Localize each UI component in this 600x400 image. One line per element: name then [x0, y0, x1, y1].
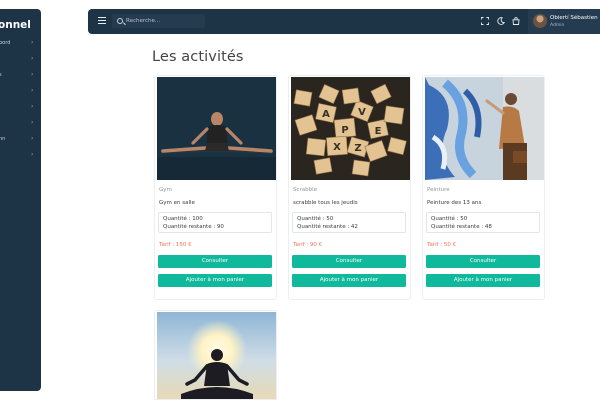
- topbar: Obiertí Sébastien Admin: [88, 9, 600, 34]
- avatar: [533, 14, 547, 28]
- chevron-right-icon: ›: [31, 87, 34, 94]
- activity-name: Peinture: [427, 187, 450, 193]
- chevron-right-icon: ›: [31, 71, 34, 78]
- user-menu[interactable]: Obiertí Sébastien Admin: [528, 9, 600, 34]
- chevron-right-icon: ›: [31, 55, 34, 62]
- activity-name: Scrabble: [293, 187, 318, 193]
- search-input[interactable]: [126, 16, 201, 26]
- sidebar-item[interactable]: ›: [0, 55, 41, 68]
- consult-button[interactable]: Consulter: [426, 255, 540, 268]
- svg-text:Z: Z: [354, 143, 361, 154]
- chevron-right-icon: ›: [31, 103, 34, 110]
- quantity-remaining: Quantité restante : 90: [163, 224, 224, 230]
- sidebar-item[interactable]: ›: [0, 119, 41, 132]
- sidebar-item-dashboard[interactable]: bord ›: [0, 39, 41, 52]
- sidebar-item[interactable]: ›: [0, 103, 41, 116]
- sidebar-item-label: bord: [0, 40, 11, 46]
- activity-description: Peinture des 13 ans: [427, 200, 482, 206]
- chevron-right-icon: ›: [31, 39, 34, 46]
- activity-image-yoga: [157, 312, 276, 399]
- quantity-remaining: Quantité restante : 42: [297, 224, 358, 230]
- svg-text:X: X: [333, 142, 341, 153]
- activity-price: Tarif : 90 €: [293, 242, 323, 248]
- hamburger-icon[interactable]: [98, 17, 106, 24]
- activity-card-yoga: [154, 310, 277, 400]
- activity-price: Tarif : 150 €: [159, 242, 192, 248]
- quantity-box: Quantité : 50 Quantité restante : 42: [292, 212, 406, 233]
- sidebar: onnel bord › › s › › › › nn › ›: [0, 9, 41, 391]
- add-to-cart-button[interactable]: Ajouter à mon panier: [158, 274, 272, 287]
- search-box[interactable]: [112, 14, 205, 28]
- activity-card-scrabble: P V A E X Z Scrabble scrabble tous les j…: [288, 75, 411, 300]
- sidebar-item[interactable]: s ›: [0, 71, 41, 84]
- activity-card-peinture: Peinture Peinture des 13 ans Quantité : …: [422, 75, 545, 300]
- quantity: Quantité : 50: [297, 216, 334, 222]
- svg-text:A: A: [322, 109, 330, 120]
- activity-description: scrabble tous les jeudis: [293, 200, 358, 206]
- sidebar-item[interactable]: ›: [0, 151, 41, 164]
- svg-text:E: E: [375, 126, 382, 137]
- quantity-box: Quantité : 50 Quantité restante : 48: [426, 212, 540, 233]
- fullscreen-icon[interactable]: [481, 17, 489, 25]
- user-role: Admin: [550, 23, 565, 28]
- activity-image-scrabble: P V A E X Z: [291, 77, 410, 180]
- sidebar-item[interactable]: ›: [0, 87, 41, 100]
- activity-image-gym: [157, 77, 276, 180]
- svg-text:P: P: [341, 125, 348, 136]
- activity-card-gym: Gym Gym en salle Quantité : 100 Quantité…: [154, 75, 277, 300]
- sidebar-item[interactable]: nn ›: [0, 135, 41, 148]
- svg-text:V: V: [358, 107, 366, 118]
- activity-image-peinture: [425, 77, 544, 180]
- chevron-right-icon: ›: [31, 119, 34, 126]
- activity-description: Gym en salle: [159, 200, 195, 206]
- quantity: Quantité : 50: [431, 216, 468, 222]
- sidebar-item-label: s: [0, 72, 2, 78]
- user-name: Obiertí Sébastien: [550, 15, 598, 21]
- moon-icon[interactable]: [497, 17, 505, 25]
- consult-button[interactable]: Consulter: [292, 255, 406, 268]
- sidebar-title: onnel: [0, 19, 31, 31]
- page-title: Les activités: [152, 49, 244, 65]
- add-to-cart-button[interactable]: Ajouter à mon panier: [426, 274, 540, 287]
- chevron-right-icon: ›: [31, 135, 34, 142]
- activity-name: Gym: [159, 187, 172, 193]
- sidebar-item-label: nn: [0, 136, 6, 142]
- consult-button[interactable]: Consulter: [158, 255, 272, 268]
- quantity-box: Quantité : 100 Quantité restante : 90: [158, 212, 272, 233]
- shopping-bag-icon[interactable]: [512, 17, 520, 25]
- quantity: Quantité : 100: [163, 216, 203, 222]
- chevron-right-icon: ›: [31, 151, 34, 158]
- search-icon: [117, 17, 123, 24]
- activity-price: Tarif : 50 €: [427, 242, 457, 248]
- quantity-remaining: Quantité restante : 48: [431, 224, 492, 230]
- add-to-cart-button[interactable]: Ajouter à mon panier: [292, 274, 406, 287]
